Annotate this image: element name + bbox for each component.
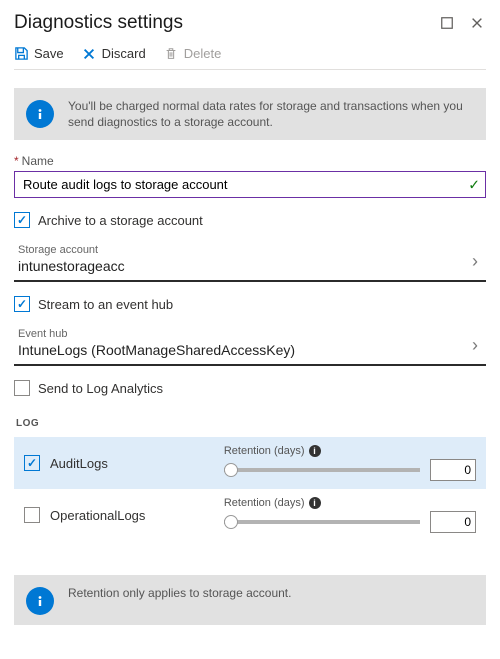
valid-icon: ✓	[468, 176, 480, 193]
save-button[interactable]: Save	[14, 46, 64, 61]
eventhub-value: IntuneLogs (RootManageSharedAccessKey)	[18, 342, 468, 358]
stream-label: Stream to an event hub	[38, 297, 173, 312]
operationallogs-checkbox[interactable]	[24, 507, 40, 523]
archive-checkbox-row[interactable]: Archive to a storage account	[14, 212, 486, 228]
name-input[interactable]	[14, 171, 486, 198]
name-label: *Name	[14, 154, 486, 168]
operationallogs-label: OperationalLogs	[50, 508, 145, 523]
archive-checkbox[interactable]	[14, 212, 30, 228]
storage-value: intunestorageacc	[18, 258, 468, 274]
stream-checkbox[interactable]	[14, 296, 30, 312]
operationallogs-retention-slider[interactable]	[224, 517, 420, 527]
save-icon	[14, 46, 29, 61]
discard-button[interactable]: Discard	[82, 46, 146, 61]
discard-icon	[82, 46, 97, 61]
chevron-right-icon: ›	[468, 251, 482, 274]
log-row-auditlogs: AuditLogs Retention (days) i	[14, 437, 486, 489]
delete-icon	[164, 46, 179, 61]
retention-label: Retention (days)	[224, 445, 305, 457]
info-icon	[26, 100, 54, 128]
log-row-operationallogs: OperationalLogs Retention (days) i	[14, 489, 486, 541]
info-retention-text: Retention only applies to storage accoun…	[68, 585, 291, 601]
retention-label: Retention (days)	[224, 497, 305, 509]
save-label: Save	[34, 46, 64, 61]
loganalytics-label: Send to Log Analytics	[38, 381, 163, 396]
delete-button: Delete	[164, 46, 222, 61]
auditlogs-checkbox[interactable]	[24, 455, 40, 471]
info-billing: You'll be charged normal data rates for …	[14, 88, 486, 140]
loganalytics-checkbox-row[interactable]: Send to Log Analytics	[14, 380, 486, 396]
info-icon	[26, 587, 54, 615]
eventhub-label: Event hub	[18, 328, 468, 340]
page-title: Diagnostics settings	[14, 12, 426, 34]
chevron-right-icon: ›	[468, 335, 482, 358]
info-retention: Retention only applies to storage accoun…	[14, 575, 486, 625]
auditlogs-retention-slider[interactable]	[224, 465, 420, 475]
event-hub-picker[interactable]: Event hub IntuneLogs (RootManageSharedAc…	[14, 322, 486, 366]
info-small-icon[interactable]: i	[309, 497, 321, 509]
info-small-icon[interactable]: i	[309, 445, 321, 457]
blade-header: Diagnostics settings	[14, 10, 486, 42]
discard-label: Discard	[102, 46, 146, 61]
command-bar: Save Discard Delete	[14, 42, 486, 70]
auditlogs-label: AuditLogs	[50, 456, 108, 471]
info-billing-text: You'll be charged normal data rates for …	[68, 98, 474, 130]
log-section-title: LOG	[16, 418, 486, 429]
delete-label: Delete	[184, 46, 222, 61]
stream-checkbox-row[interactable]: Stream to an event hub	[14, 296, 486, 312]
storage-label: Storage account	[18, 244, 468, 256]
storage-account-picker[interactable]: Storage account intunestorageacc ›	[14, 238, 486, 282]
close-icon[interactable]	[468, 14, 486, 32]
restore-icon[interactable]	[438, 14, 456, 32]
loganalytics-checkbox[interactable]	[14, 380, 30, 396]
archive-label: Archive to a storage account	[38, 213, 203, 228]
operationallogs-retention-input[interactable]	[430, 511, 476, 533]
auditlogs-retention-input[interactable]	[430, 459, 476, 481]
